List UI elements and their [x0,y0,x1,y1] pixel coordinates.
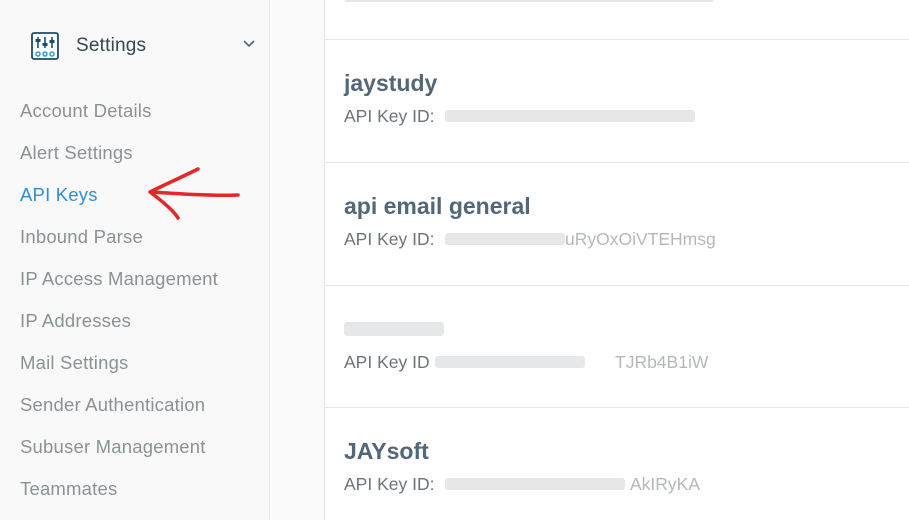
api-key-name: JAYsoft [344,438,429,464]
sidebar-item-sender-authentication[interactable]: Sender Authentication [20,394,205,416]
api-key-card[interactable] [325,0,909,40]
api-key-id-fragment: TJRb4B1iW [615,352,709,372]
chevron-down-icon[interactable] [242,39,256,49]
api-keys-list: jaystudy API Key ID: api email general A… [324,0,909,520]
redacted-key-id [445,233,565,245]
sidebar-item-ip-access-management[interactable]: IP Access Management [20,268,218,290]
sidebar-item-alert-settings[interactable]: Alert Settings [20,142,133,164]
api-key-card[interactable]: API Key ID TJRb4B1iW [325,286,909,408]
api-key-id-label: API Key ID: [344,474,435,494]
sidebar-item-mail-settings[interactable]: Mail Settings [20,352,129,374]
settings-section-header[interactable]: Settings [30,30,262,62]
sidebar-item-teammates[interactable]: Teammates [20,478,117,500]
sidebar-item-api-keys[interactable]: API Keys [20,184,98,206]
redacted-key-name [344,322,444,336]
sidebar-item-account-details[interactable]: Account Details [20,100,152,122]
sidebar-item-subuser-management[interactable]: Subuser Management [20,436,206,458]
api-key-id-fragment: AkIRyKA [630,474,701,494]
red-arrow-icon [148,167,240,220]
sidebar-item-ip-addresses[interactable]: IP Addresses [20,310,131,332]
redacted-key-id [445,110,695,122]
redacted-key-id [445,478,625,490]
redacted-text [344,0,714,2]
api-key-id-label: API Key ID: [344,106,435,126]
api-key-card[interactable]: jaystudy API Key ID: [325,40,909,163]
settings-sidebar: Settings Account Details Alert Settings … [0,0,270,520]
api-key-name: api email general [344,193,531,219]
section-title: Settings [76,35,147,56]
api-key-id-label: API Key ID [344,352,430,372]
api-key-name: jaystudy [344,70,438,96]
redacted-key-id [435,356,585,368]
api-key-id-label: API Key ID: [344,229,435,249]
api-key-id-fragment: uRyOxOiVTEHmsg [565,229,716,249]
content-gutter [270,0,324,520]
settings-sliders-icon [31,32,59,60]
api-key-card[interactable]: JAYsoft API Key ID: AkIRyKA [325,408,909,520]
sidebar-item-inbound-parse[interactable]: Inbound Parse [20,226,143,248]
api-key-card[interactable]: api email general API Key ID: uRyOxOiVTE… [325,163,909,286]
